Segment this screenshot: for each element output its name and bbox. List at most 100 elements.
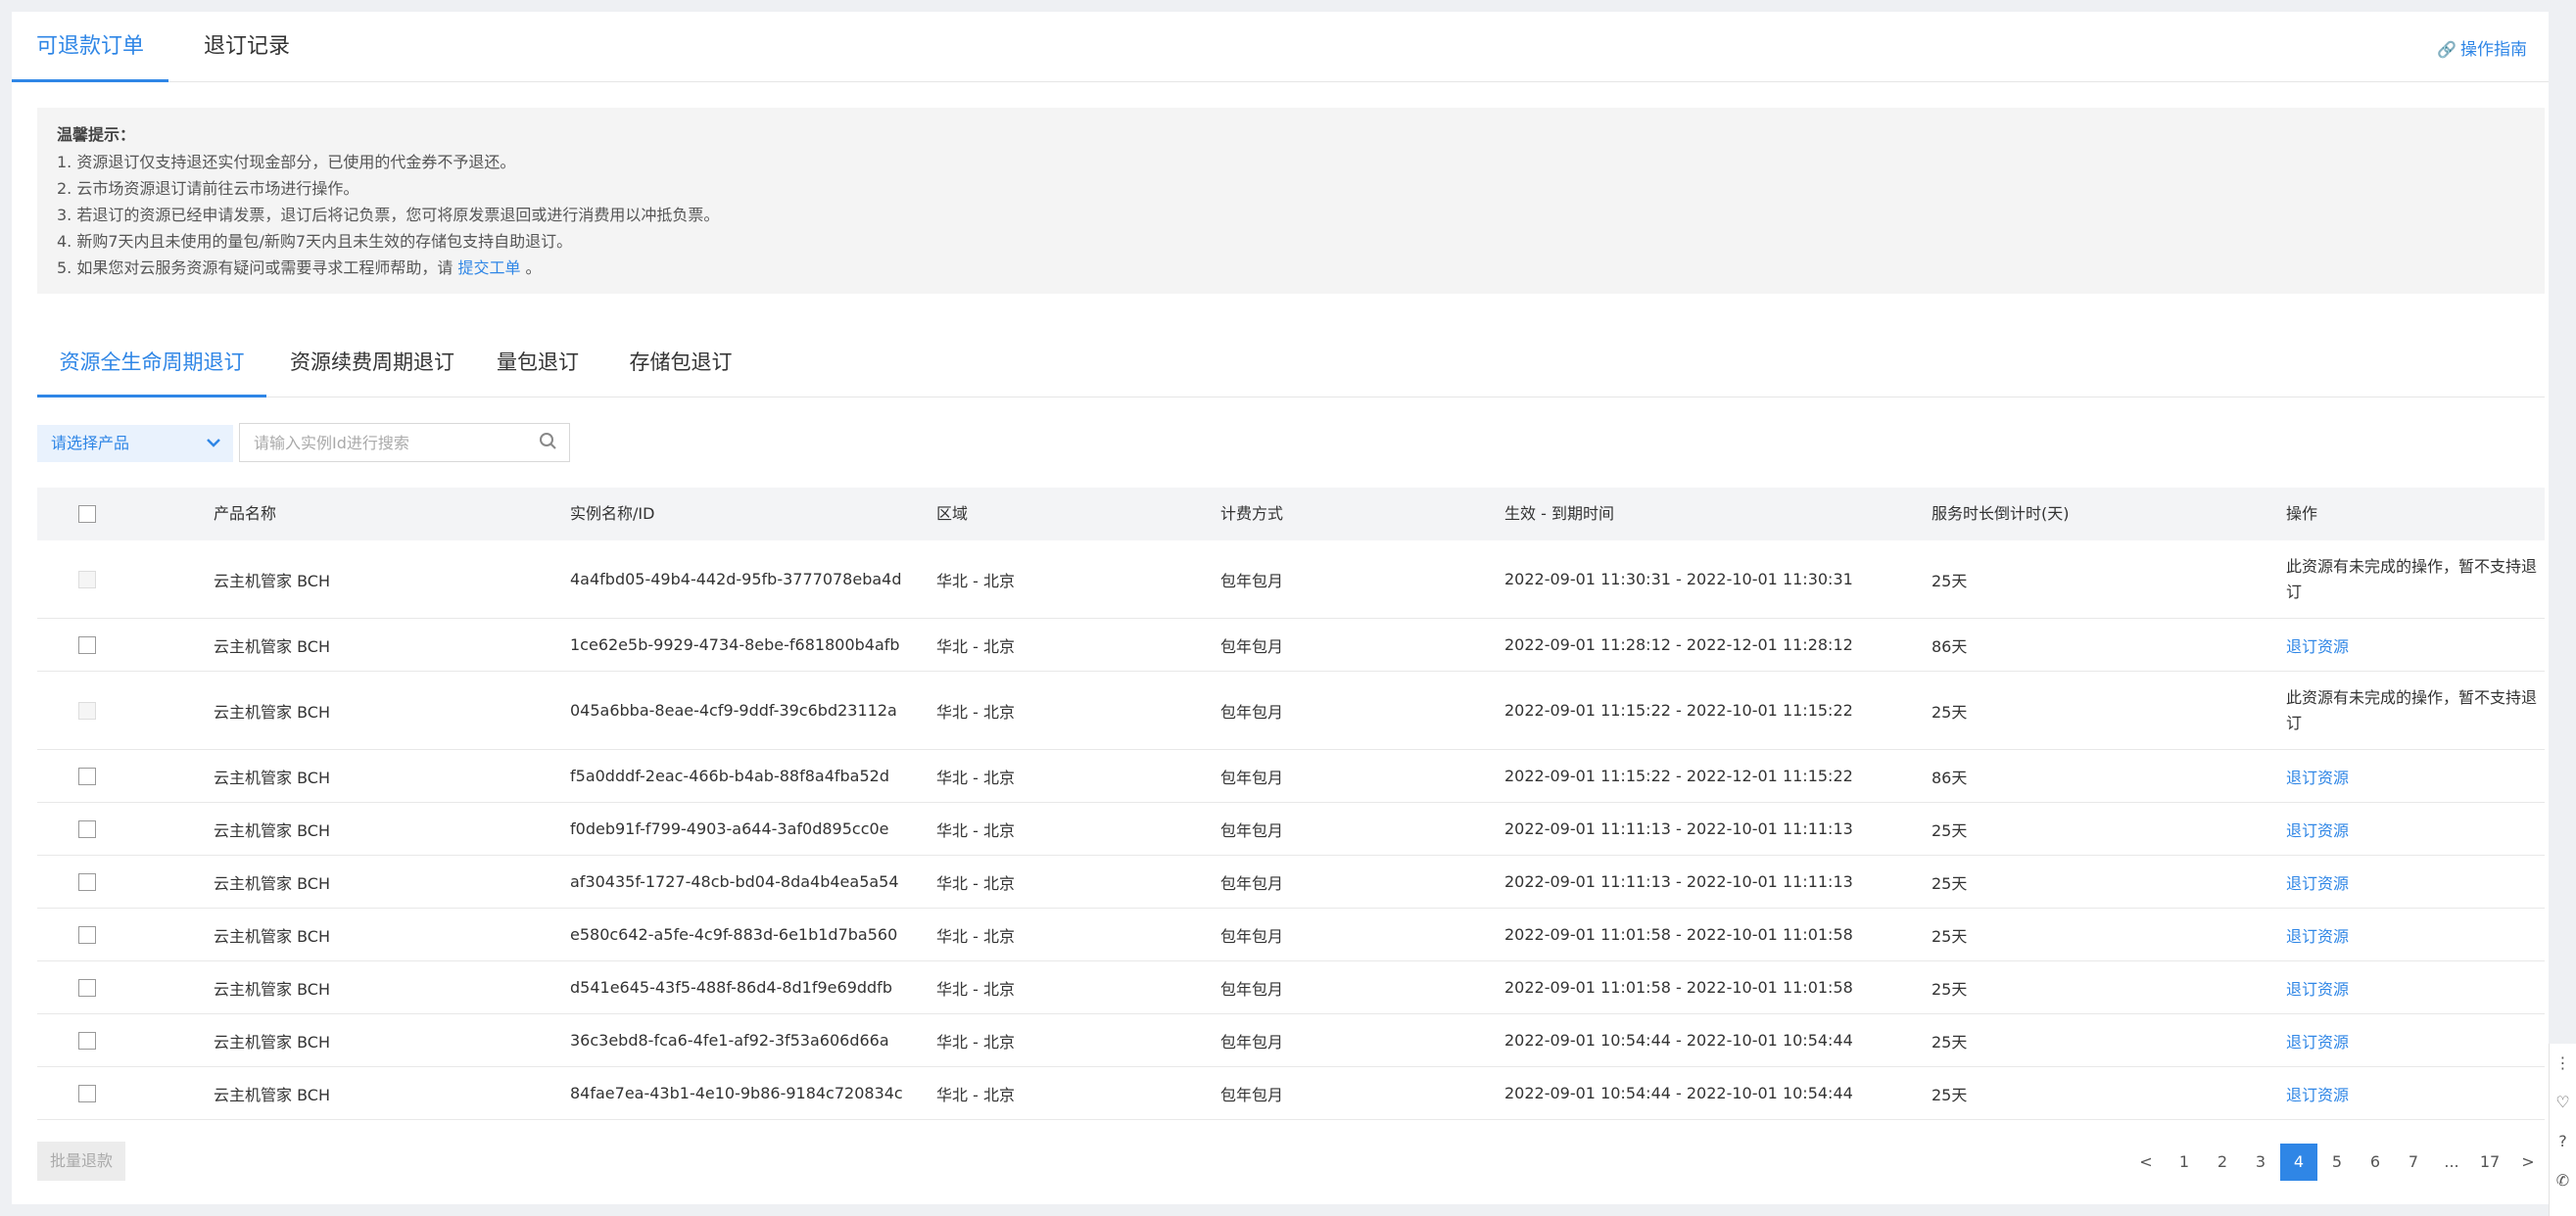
row-checkbox[interactable] [78,767,96,785]
unsubscribe-link[interactable]: 退订资源 [2286,870,2349,894]
cell-billing: 包年包月 [1220,702,1284,722]
cell-action: 退订资源 [2286,856,2349,908]
table-row: 云主机管家 BCH 84fae7ea-43b1-4e10-9b86-9184c72… [37,1067,2545,1120]
cell-days: 25天 [1932,702,1968,722]
page-button[interactable]: 4 [2280,1144,2317,1181]
cell-period: 2022-09-01 11:11:13 - 2022-10-01 11:11:1… [1504,872,1853,891]
cell-region: 华北 - 北京 [936,636,1015,656]
table-row: 云主机管家 BCH 4a4fbd05-49b4-442d-95fb-3777078… [37,540,2545,619]
cell-period: 2022-09-01 11:01:58 - 2022-10-01 11:01:5… [1504,925,1853,944]
row-checkbox[interactable] [78,872,96,891]
notice-box: 温馨提示： 1. 资源退订仅支持退还实付现金部分，已使用的代金券不予退还。 2.… [37,108,2545,294]
cell-period: 2022-09-01 11:30:31 - 2022-10-01 11:30:3… [1504,570,1853,588]
unsubscribe-link[interactable]: 退订资源 [2286,818,2349,841]
tab-storage-package[interactable]: 存储包退订 [627,335,735,398]
cell-days: 86天 [1932,636,1968,656]
tab-refund-records[interactable]: 退订记录 [188,12,306,82]
page-button[interactable]: 5 [2318,1144,2356,1181]
table-row: 云主机管家 BCH f0deb91f-f799-4903-a644-3af0d89… [37,803,2545,856]
cell-period: 2022-09-01 11:15:22 - 2022-10-01 11:15:2… [1504,701,1853,720]
submit-ticket-link[interactable]: 提交工单 [457,258,520,277]
page-button[interactable]: 2 [2204,1144,2241,1181]
row-checkbox [78,701,96,720]
cell-days: 25天 [1932,820,1968,840]
batch-refund-button[interactable]: 批量退款 [37,1142,125,1181]
table-row: 云主机管家 BCH e580c642-a5fe-4c9f-883d-6e1b1d7… [37,909,2545,961]
cell-period: 2022-09-01 11:11:13 - 2022-10-01 11:11:1… [1504,819,1853,838]
unsubscribe-link[interactable]: 退订资源 [2286,1029,2349,1052]
product-select-value: 请选择产品 [51,434,130,452]
page-button[interactable]: 3 [2242,1144,2279,1181]
cell-region: 华北 - 北京 [936,1085,1015,1104]
cell-billing: 包年包月 [1220,636,1284,656]
cell-action: 退订资源 [2286,961,2349,1013]
page-button[interactable]: 6 [2357,1144,2394,1181]
row-checkbox[interactable] [78,925,96,944]
cell-action: 退订资源 [2286,909,2349,960]
cell-product: 云主机管家 BCH [214,1085,330,1104]
chevron-down-icon [206,425,221,476]
cell-instance: e580c642-a5fe-4c9f-883d-6e1b1d7ba560 [570,925,898,944]
tab-renewal-period[interactable]: 资源续费周期退订 [284,335,460,398]
cell-instance: 4a4fbd05-49b4-442d-95fb-3777078eba4d [570,570,902,588]
instance-search-input[interactable] [240,424,514,461]
notice-line: 2. 云市场资源退订请前往云市场进行操作。 [57,179,359,198]
search-icon[interactable] [538,431,559,452]
cell-billing: 包年包月 [1220,571,1284,590]
help-icon[interactable]: ? [2550,1122,2576,1161]
header-region: 区域 [936,504,969,523]
cell-days: 86天 [1932,768,1968,787]
cell-days: 25天 [1932,873,1968,893]
page-button[interactable]: 1 [2166,1144,2203,1181]
header-period: 生效 - 到期时间 [1504,504,1614,523]
top-tabs: 可退款订单 退订记录 🔗 操作指南 [12,12,2549,82]
page-button[interactable]: 7 [2395,1144,2432,1181]
cell-instance: f0deb91f-f799-4903-a644-3af0d895cc0e [570,819,889,838]
cell-days: 25天 [1932,1032,1968,1052]
select-all-cell [78,488,96,540]
phone-icon[interactable]: ✆ [2550,1161,2576,1200]
cell-days: 25天 [1932,1085,1968,1104]
prev-page-button[interactable]: < [2127,1144,2165,1181]
row-checkbox[interactable] [78,978,96,997]
row-checkbox[interactable] [78,1084,96,1102]
select-all-checkbox[interactable] [78,505,96,523]
tab-refundable-orders[interactable]: 可退款订单 [12,12,168,82]
row-checkbox[interactable] [78,1031,96,1050]
cell-days: 25天 [1932,979,1968,999]
cell-product: 云主机管家 BCH [214,636,330,656]
unsubscribe-link[interactable]: 退订资源 [2286,765,2349,788]
heart-icon[interactable]: ♡ [2550,1083,2576,1122]
unsubscribe-link[interactable]: 退订资源 [2286,976,2349,1000]
cell-period: 2022-09-01 10:54:44 - 2022-10-01 10:54:4… [1504,1084,1853,1102]
row-checkbox[interactable] [78,635,96,654]
cell-instance: af30435f-1727-48cb-bd04-8da4b4ea5a54 [570,872,899,891]
table-header: 产品名称 实例名称/ID 区域 计费方式 生效 - 到期时间 服务时长倒计时(天… [37,488,2545,540]
tab-package[interactable]: 量包退订 [494,335,582,398]
cell-action: 退订资源 [2286,750,2349,802]
orders-table: 产品名称 实例名称/ID 区域 计费方式 生效 - 到期时间 服务时长倒计时(天… [37,488,2545,1120]
cell-region: 华北 - 北京 [936,979,1015,999]
cell-billing: 包年包月 [1220,926,1284,946]
guide-link[interactable]: 🔗 操作指南 [2437,35,2527,60]
row-select-cell [78,909,96,960]
page-button[interactable]: 17 [2471,1144,2508,1181]
unsubscribe-link[interactable]: 退订资源 [2286,1082,2349,1105]
pagination: <1 2 3 4 5 6 7... 17 > [2127,1144,2539,1181]
cell-billing: 包年包月 [1220,979,1284,999]
unsubscribe-link[interactable]: 退订资源 [2286,923,2349,947]
next-page-button[interactable]: > [2509,1144,2547,1181]
row-select-cell [78,961,96,1013]
cell-period: 2022-09-01 11:01:58 - 2022-10-01 11:01:5… [1504,978,1853,997]
cell-days: 25天 [1932,571,1968,590]
more-icon[interactable]: ⋮ [2550,1044,2576,1083]
row-select-cell [78,750,96,802]
table-row: 云主机管家 BCH 36c3ebd8-fca6-4fe1-af92-3f53a60… [37,1014,2545,1067]
cell-product: 云主机管家 BCH [214,571,330,590]
cell-instance: 045a6bba-8eae-4cf9-9ddf-39c6bd23112a [570,701,897,720]
tab-full-lifecycle[interactable]: 资源全生命周期退订 [37,335,266,398]
unsubscribe-link[interactable]: 退订资源 [2286,633,2349,657]
product-select[interactable]: 请选择产品 [37,425,233,462]
notice-suffix: 。 [520,258,542,277]
row-checkbox[interactable] [78,819,96,838]
